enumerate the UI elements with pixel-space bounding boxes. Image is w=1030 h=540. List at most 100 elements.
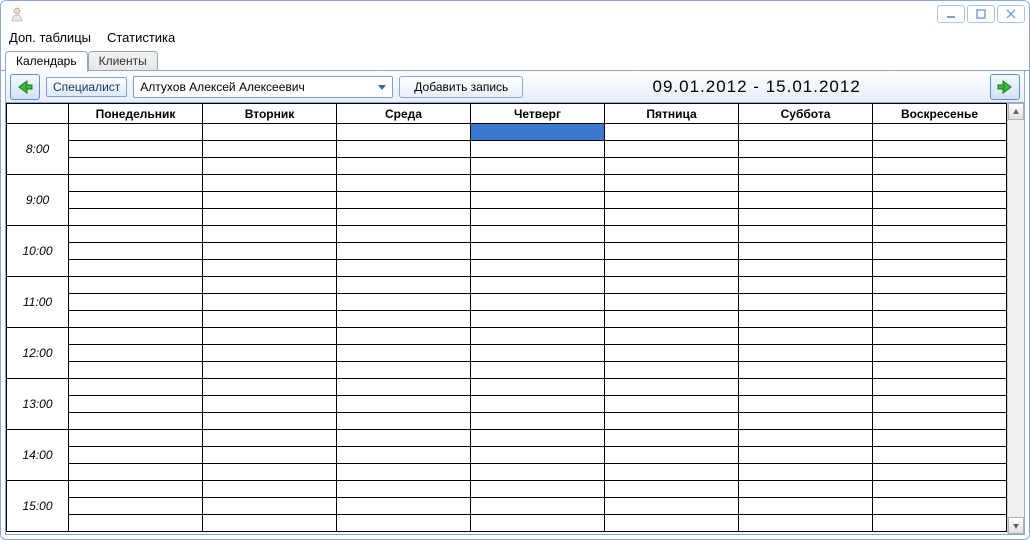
calendar-cell[interactable] xyxy=(471,124,605,141)
calendar-cell[interactable] xyxy=(337,396,471,413)
calendar-cell[interactable] xyxy=(605,243,739,260)
calendar-cell[interactable] xyxy=(203,362,337,379)
prev-week-button[interactable] xyxy=(10,74,40,100)
calendar-cell[interactable] xyxy=(739,430,873,447)
calendar-cell[interactable] xyxy=(739,379,873,396)
calendar-cell[interactable] xyxy=(605,277,739,294)
calendar-cell[interactable] xyxy=(605,141,739,158)
calendar-cell[interactable] xyxy=(873,464,1007,481)
calendar-cell[interactable] xyxy=(203,311,337,328)
calendar-cell[interactable] xyxy=(203,328,337,345)
calendar-cell[interactable] xyxy=(739,447,873,464)
calendar-cell[interactable] xyxy=(203,243,337,260)
calendar-cell[interactable] xyxy=(69,209,203,226)
calendar-cell[interactable] xyxy=(739,498,873,515)
calendar-cell[interactable] xyxy=(337,124,471,141)
calendar-cell[interactable] xyxy=(605,413,739,430)
calendar-cell[interactable] xyxy=(873,260,1007,277)
calendar-cell[interactable] xyxy=(873,481,1007,498)
calendar-cell[interactable] xyxy=(337,158,471,175)
calendar-cell[interactable] xyxy=(337,141,471,158)
calendar-cell[interactable] xyxy=(739,158,873,175)
calendar-cell[interactable] xyxy=(69,311,203,328)
calendar-cell[interactable] xyxy=(873,192,1007,209)
calendar-cell[interactable] xyxy=(873,345,1007,362)
calendar-cell[interactable] xyxy=(337,464,471,481)
calendar-cell[interactable] xyxy=(203,141,337,158)
calendar-cell[interactable] xyxy=(69,481,203,498)
calendar-cell[interactable] xyxy=(337,328,471,345)
tab-clients[interactable]: Клиенты xyxy=(88,51,158,71)
calendar-cell[interactable] xyxy=(471,192,605,209)
calendar-cell[interactable] xyxy=(471,328,605,345)
calendar-cell[interactable] xyxy=(471,447,605,464)
calendar-cell[interactable] xyxy=(203,260,337,277)
calendar-cell[interactable] xyxy=(69,192,203,209)
calendar-cell[interactable] xyxy=(605,260,739,277)
calendar-cell[interactable] xyxy=(471,481,605,498)
calendar-cell[interactable] xyxy=(69,260,203,277)
calendar-cell[interactable] xyxy=(69,396,203,413)
calendar-cell[interactable] xyxy=(739,396,873,413)
calendar-cell[interactable] xyxy=(337,498,471,515)
calendar-cell[interactable] xyxy=(69,175,203,192)
calendar-cell[interactable] xyxy=(471,141,605,158)
calendar-cell[interactable] xyxy=(605,311,739,328)
calendar-cell[interactable] xyxy=(203,175,337,192)
calendar-cell[interactable] xyxy=(873,498,1007,515)
calendar-cell[interactable] xyxy=(471,311,605,328)
calendar-cell[interactable] xyxy=(69,362,203,379)
calendar-cell[interactable] xyxy=(471,345,605,362)
calendar-cell[interactable] xyxy=(873,396,1007,413)
scroll-track[interactable] xyxy=(1008,120,1024,517)
calendar-cell[interactable] xyxy=(873,515,1007,532)
calendar-cell[interactable] xyxy=(605,328,739,345)
calendar-cell[interactable] xyxy=(203,345,337,362)
calendar-cell[interactable] xyxy=(873,158,1007,175)
calendar-cell[interactable] xyxy=(605,209,739,226)
calendar-cell[interactable] xyxy=(471,498,605,515)
calendar-cell[interactable] xyxy=(203,430,337,447)
calendar-cell[interactable] xyxy=(873,311,1007,328)
calendar-cell[interactable] xyxy=(605,362,739,379)
add-record-button[interactable]: Добавить запись xyxy=(399,76,523,98)
calendar-cell[interactable] xyxy=(739,175,873,192)
calendar-cell[interactable] xyxy=(69,328,203,345)
calendar-cell[interactable] xyxy=(69,498,203,515)
calendar-cell[interactable] xyxy=(471,413,605,430)
calendar-cell[interactable] xyxy=(203,515,337,532)
calendar-cell[interactable] xyxy=(605,481,739,498)
calendar-cell[interactable] xyxy=(605,226,739,243)
calendar-cell[interactable] xyxy=(873,243,1007,260)
calendar-cell[interactable] xyxy=(203,413,337,430)
calendar-cell[interactable] xyxy=(739,345,873,362)
calendar-cell[interactable] xyxy=(203,209,337,226)
calendar-cell[interactable] xyxy=(605,345,739,362)
calendar-cell[interactable] xyxy=(69,277,203,294)
calendar-cell[interactable] xyxy=(337,515,471,532)
calendar-cell[interactable] xyxy=(69,294,203,311)
calendar-cell[interactable] xyxy=(203,124,337,141)
calendar-cell[interactable] xyxy=(873,141,1007,158)
tab-calendar[interactable]: Календарь xyxy=(5,51,88,72)
calendar-cell[interactable] xyxy=(605,175,739,192)
next-week-button[interactable] xyxy=(990,74,1020,100)
calendar-cell[interactable] xyxy=(739,294,873,311)
calendar-cell[interactable] xyxy=(739,311,873,328)
calendar-cell[interactable] xyxy=(69,447,203,464)
calendar-cell[interactable] xyxy=(605,430,739,447)
calendar-cell[interactable] xyxy=(337,481,471,498)
calendar-cell[interactable] xyxy=(739,328,873,345)
calendar-cell[interactable] xyxy=(203,192,337,209)
calendar-cell[interactable] xyxy=(605,515,739,532)
calendar-cell[interactable] xyxy=(203,481,337,498)
calendar-cell[interactable] xyxy=(739,124,873,141)
calendar-cell[interactable] xyxy=(605,379,739,396)
scroll-down-button[interactable] xyxy=(1008,517,1024,534)
calendar-cell[interactable] xyxy=(203,226,337,243)
calendar-cell[interactable] xyxy=(739,141,873,158)
calendar-cell[interactable] xyxy=(337,175,471,192)
calendar-cell[interactable] xyxy=(471,396,605,413)
vertical-scrollbar[interactable] xyxy=(1007,103,1024,534)
calendar-cell[interactable] xyxy=(337,413,471,430)
